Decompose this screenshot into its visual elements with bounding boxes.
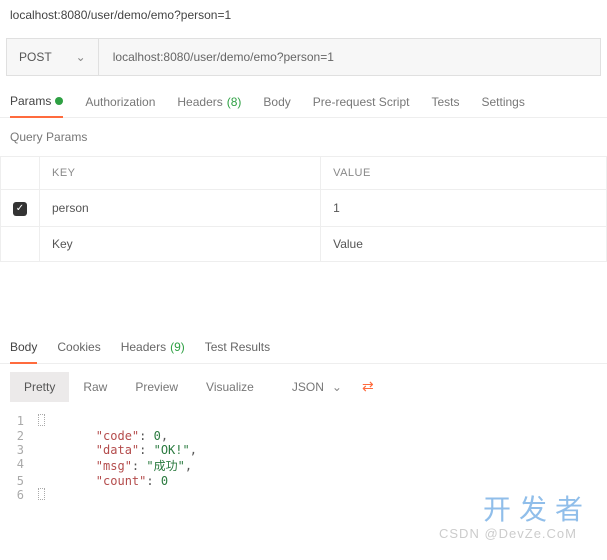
tab-headers-label: Headers bbox=[177, 95, 222, 109]
page-url: localhost:8080/user/demo/emo?person=1 bbox=[0, 0, 607, 30]
col-check bbox=[1, 157, 40, 190]
tab-tests[interactable]: Tests bbox=[431, 94, 459, 117]
tab-authorization[interactable]: Authorization bbox=[85, 94, 155, 117]
view-preview[interactable]: Preview bbox=[121, 372, 192, 402]
resp-tab-headers[interactable]: Headers (9) bbox=[121, 340, 185, 363]
headers-count: (8) bbox=[227, 95, 242, 109]
checkbox-icon[interactable]: ✓ bbox=[13, 202, 27, 216]
chevron-down-icon: ⌄ bbox=[76, 50, 86, 64]
format-selector[interactable]: JSON ⌄ bbox=[282, 374, 352, 400]
view-raw[interactable]: Raw bbox=[69, 372, 121, 402]
request-tabs: Params Authorization Headers (8) Body Pr… bbox=[0, 76, 607, 118]
query-params-label: Query Params bbox=[0, 118, 607, 156]
request-url-input[interactable]: localhost:8080/user/demo/emo?person=1 bbox=[99, 50, 348, 64]
table-row-empty: Key Value bbox=[1, 226, 607, 261]
params-table: KEY VALUE ✓ person 1 Key Value bbox=[0, 156, 607, 262]
col-key: KEY bbox=[40, 157, 321, 190]
tab-headers[interactable]: Headers (8) bbox=[177, 94, 241, 117]
view-pretty[interactable]: Pretty bbox=[10, 372, 69, 402]
resp-headers-count: (9) bbox=[170, 340, 185, 354]
format-label: JSON bbox=[292, 380, 324, 394]
wrap-icon[interactable]: ⇄ bbox=[362, 378, 374, 395]
tab-params-label: Params bbox=[10, 94, 51, 108]
method-label: POST bbox=[19, 50, 52, 64]
view-visualize[interactable]: Visualize bbox=[192, 372, 268, 402]
table-row: ✓ person 1 bbox=[1, 190, 607, 227]
param-key-input[interactable]: person bbox=[40, 190, 321, 227]
resp-headers-label: Headers bbox=[121, 340, 166, 354]
col-value: VALUE bbox=[321, 157, 607, 190]
tab-params[interactable]: Params bbox=[10, 94, 63, 118]
tab-body[interactable]: Body bbox=[263, 94, 290, 117]
request-bar: POST ⌄ localhost:8080/user/demo/emo?pers… bbox=[6, 38, 601, 76]
method-selector[interactable]: POST ⌄ bbox=[7, 39, 99, 75]
watermark-sub: CSDN @DevZe.CoM bbox=[439, 526, 577, 541]
resp-tab-body[interactable]: Body bbox=[10, 340, 37, 364]
param-value-input[interactable]: 1 bbox=[321, 190, 607, 227]
tab-prerequest[interactable]: Pre-request Script bbox=[313, 94, 410, 117]
chevron-down-icon: ⌄ bbox=[332, 380, 342, 394]
param-key-placeholder[interactable]: Key bbox=[40, 226, 321, 261]
response-tabs: Body Cookies Headers (9) Test Results bbox=[0, 332, 607, 364]
active-dot-icon bbox=[55, 97, 63, 105]
resp-tab-results[interactable]: Test Results bbox=[205, 340, 270, 363]
param-value-placeholder[interactable]: Value bbox=[321, 226, 607, 261]
tab-settings[interactable]: Settings bbox=[482, 94, 525, 117]
resp-tab-cookies[interactable]: Cookies bbox=[57, 340, 100, 363]
watermark: 开发者 bbox=[483, 488, 591, 528]
view-bar: Pretty Raw Preview Visualize JSON ⌄ ⇄ bbox=[0, 364, 607, 410]
